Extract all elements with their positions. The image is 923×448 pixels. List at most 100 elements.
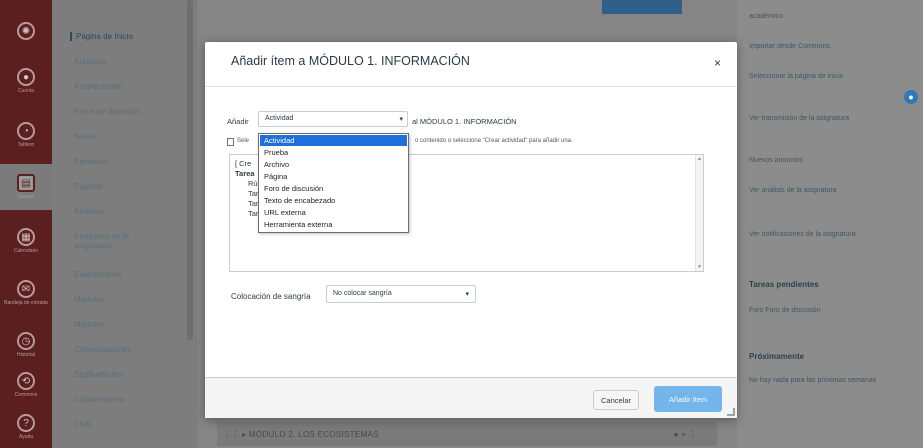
help-icon: ?	[17, 414, 35, 432]
gnav-label: Cuenta	[17, 88, 35, 94]
course-nav-syllabus[interactable]: Programa de la asignatura	[74, 232, 154, 250]
add-module-button[interactable]	[602, 0, 682, 14]
todo-heading: Tareas pendientes	[749, 280, 819, 289]
gnav-account[interactable]: ● Cuenta	[0, 58, 52, 104]
course-nav-grades[interactable]: Notas	[74, 132, 95, 141]
cancel-button[interactable]: Cancelar	[593, 390, 639, 410]
resize-handle-icon[interactable]	[727, 408, 735, 416]
upcoming-heading: Próximamente	[749, 352, 805, 361]
dropdown-option[interactable]: Página	[260, 171, 407, 182]
close-icon[interactable]: ×	[714, 56, 721, 70]
gnav-label: Historial	[16, 352, 36, 358]
dropdown-option[interactable]: URL externa	[260, 207, 407, 218]
list-item[interactable]: Tar	[248, 199, 258, 208]
upcoming-item: No hay nada para las próximas semanas	[749, 377, 877, 384]
courses-icon: ▤	[17, 174, 35, 192]
item-type-select[interactable]: Actividad ▾	[258, 111, 408, 127]
dialog-title: Añadir ítem a MÓDULO 1. INFORMACIÓN	[231, 54, 470, 68]
course-nav-outcomes[interactable]: Evaluaciones	[74, 270, 122, 279]
scroll-up-icon[interactable]: ▲	[697, 156, 702, 162]
right-sidebar: académico Importar desde Commons Selecci…	[737, 0, 923, 448]
history-icon: ◷	[17, 332, 35, 350]
add-item-dialog: Añadir ítem a MÓDULO 1. INFORMACIÓN × Añ…	[205, 42, 737, 418]
gnav-label: Cursos	[18, 194, 34, 200]
list-item[interactable]: Tar	[248, 209, 258, 218]
course-nav-quizzes[interactable]: Módulos	[74, 320, 104, 329]
course-nav-pages[interactable]: Páginas	[74, 182, 103, 191]
gnav-label: Commons	[14, 392, 38, 398]
dropdown-option[interactable]: Archivo	[260, 159, 407, 170]
account-icon: ●	[17, 68, 35, 86]
gnav-dashboard[interactable]: ◔ Tablero	[0, 112, 52, 158]
logo[interactable]: ✺	[0, 8, 52, 54]
module-row[interactable]: ⋮⋮ ▸ MÓDULO 2. LOS ECOSISTEMAS ● + ⋮	[217, 422, 717, 446]
hint-left: Sele	[237, 138, 250, 144]
commons-icon: ⟲	[17, 372, 35, 390]
module-row-title: ⋮⋮ ▸ MÓDULO 2. LOS ECOSISTEMAS	[223, 429, 379, 439]
global-nav: ✺ ● Cuenta ◔ Tablero ▤ Cursos ▦ Calendario ✉…	[0, 0, 52, 448]
sidebar-link[interactable]: Ver análisis de la asignatura	[749, 186, 914, 196]
sidebar-link[interactable]: Seleccionar la página de inicio	[749, 72, 914, 82]
gnav-help[interactable]: ? Ayuda	[0, 404, 52, 448]
gnav-inbox[interactable]: ✉ Bandeja de entrada	[0, 270, 52, 316]
divider	[205, 86, 737, 87]
list-item[interactable]: Tar	[248, 189, 258, 198]
gnav-label: Tablero	[17, 142, 35, 148]
list-group-heading: Tarea	[235, 169, 255, 178]
gnav-calendar[interactable]: ▦ Calendario	[0, 218, 52, 264]
gnav-label: Bandeja de entrada	[4, 300, 48, 306]
calendar-icon: ▦	[17, 228, 35, 246]
gnav-courses[interactable]: ▤ Cursos	[0, 164, 52, 210]
inbox-icon: ✉	[17, 280, 35, 298]
hint-right: o contenido o seleccione "Crear activida…	[415, 138, 573, 144]
item-type-value: Actividad	[265, 115, 294, 122]
dropdown-option[interactable]: Texto de encabezado	[260, 195, 407, 206]
gnav-label: Ayuda	[18, 434, 34, 440]
course-nav-collaborations[interactable]: Collaborations	[74, 395, 125, 404]
add-label: Añadir	[227, 117, 249, 126]
course-nav-modules[interactable]: Módulos	[74, 295, 104, 304]
course-nav-announcements[interactable]: Anuncios	[74, 57, 107, 66]
dropdown-option[interactable]: Prueba	[260, 147, 407, 158]
help-tray-icon[interactable]: ●	[904, 90, 918, 104]
list-item[interactable]: [ Cre	[235, 159, 251, 168]
course-nav-discussions[interactable]: Foros de discusión	[74, 107, 141, 116]
indent-label: Colocación de sangría	[231, 292, 311, 301]
course-nav-scrollbar[interactable]	[187, 0, 193, 340]
dashboard-icon: ◔	[17, 122, 35, 140]
chevron-down-icon: ▾	[399, 116, 403, 123]
listbox-scrollbar[interactable]: ▲ ▼	[695, 155, 703, 271]
dialog-footer: Cancelar Añadir ítem	[205, 377, 737, 418]
dropdown-option[interactable]: Actividad	[260, 135, 407, 146]
list-item[interactable]: Rú	[248, 179, 258, 188]
course-nav-home[interactable]: Página de Inicio	[70, 32, 133, 41]
course-nav-bigbluebutton[interactable]: BigBlueButton	[74, 370, 125, 379]
item-type-dropdown: Actividad Prueba Archivo Página Foro de …	[258, 133, 409, 233]
chevron-down-icon: ▾	[465, 291, 469, 298]
add-item-button[interactable]: Añadir ítem	[654, 386, 722, 412]
course-nav-files[interactable]: Archivos	[74, 207, 105, 216]
todo-item[interactable]: Foro Foro de discusión	[749, 306, 914, 316]
dropdown-option[interactable]: Foro de discusión	[260, 183, 407, 194]
gnav-label: Calendario	[13, 248, 39, 254]
sidebar-link[interactable]: Nuevos anuncios	[749, 156, 914, 166]
gnav-commons[interactable]: ⟲ Commons	[0, 362, 52, 408]
sidebar-link[interactable]: Ver transmisión de la asignatura	[749, 114, 914, 124]
document-icon	[227, 138, 234, 146]
indent-select[interactable]: No colocar sangría ▾	[326, 285, 476, 303]
dropdown-option[interactable]: Herramienta externa	[260, 219, 407, 230]
course-nav-people[interactable]: Personas	[74, 157, 108, 166]
course-nav-assignments[interactable]: Asignaciones	[74, 82, 122, 91]
hint-text: Sele o contenido o seleccione "Crear act…	[227, 138, 573, 146]
course-nav-chat[interactable]: Chat	[74, 420, 91, 429]
sidebar-link[interactable]: académico	[749, 12, 914, 22]
scroll-down-icon[interactable]: ▼	[697, 264, 702, 270]
sidebar-link[interactable]: Importar desde Commons	[749, 42, 914, 52]
course-nav: Página de Inicio Anuncios Asignaciones F…	[52, 0, 197, 448]
logo-icon: ✺	[17, 22, 35, 40]
course-nav-conversations[interactable]: Conversaciones	[74, 345, 131, 354]
sidebar-link[interactable]: Ver notificaciones de la asignatura	[749, 230, 914, 240]
to-module-label: al MÓDULO 1. INFORMACIÓN	[412, 117, 517, 126]
module-row-actions[interactable]: ● + ⋮	[674, 430, 697, 439]
indent-value: No colocar sangría	[333, 290, 392, 297]
